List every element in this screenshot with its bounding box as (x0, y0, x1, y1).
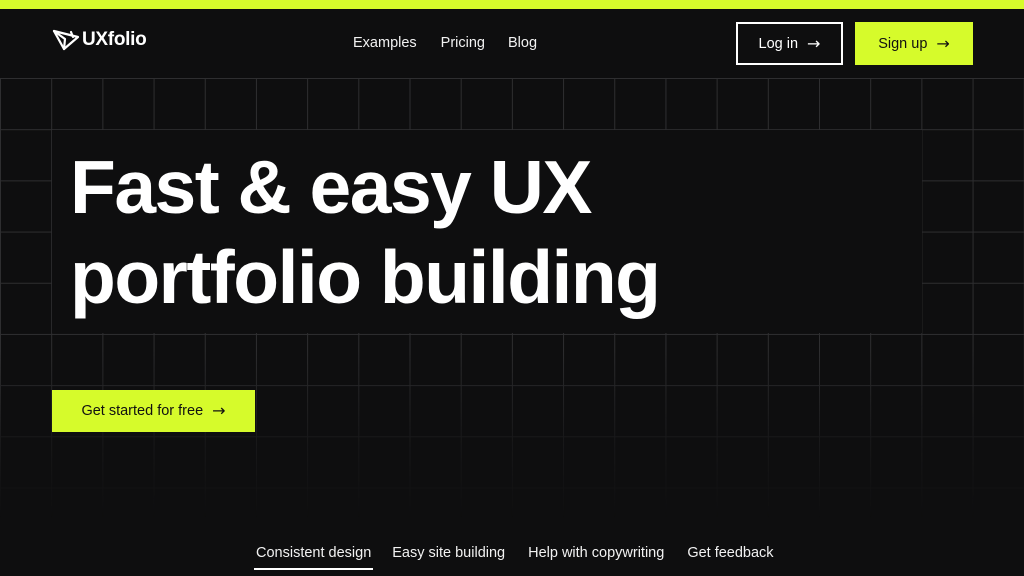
get-started-button[interactable]: Get started for free → (52, 390, 255, 432)
paper-plane-logo-icon (52, 28, 80, 52)
arrow-right-icon: → (936, 33, 950, 53)
arrow-right-icon: → (212, 401, 226, 420)
hero-headline: Fast & easy UX portfolio building (70, 142, 661, 322)
tab-get-feedback[interactable]: Get feedback (687, 543, 773, 567)
tab-easy-site-building[interactable]: Easy site building (392, 543, 505, 567)
login-button[interactable]: Log in → (736, 22, 843, 65)
get-started-label: Get started for free (81, 403, 204, 419)
signup-label: Sign up (878, 35, 928, 52)
arrow-right-icon: → (807, 33, 821, 53)
headline-line-1: Fast & easy UX (70, 145, 592, 229)
nav-blog[interactable]: Blog (508, 33, 537, 53)
headline-line-2: portfolio building (70, 235, 661, 319)
tab-consistent-design[interactable]: Consistent design (253, 543, 374, 570)
tab-help-with-copywriting[interactable]: Help with copywriting (528, 543, 664, 567)
feature-tabs: Consistent design Easy site building Hel… (253, 543, 774, 570)
login-label: Log in (758, 35, 799, 52)
logo-text: UXfolio (82, 29, 147, 50)
main-nav: Examples Pricing Blog (353, 33, 537, 53)
signup-button[interactable]: Sign up → (855, 22, 973, 65)
logo-link[interactable]: UXfolio (52, 28, 147, 52)
nav-pricing[interactable]: Pricing (441, 33, 485, 53)
nav-examples[interactable]: Examples (353, 33, 417, 53)
top-accent-bar (0, 0, 1024, 9)
